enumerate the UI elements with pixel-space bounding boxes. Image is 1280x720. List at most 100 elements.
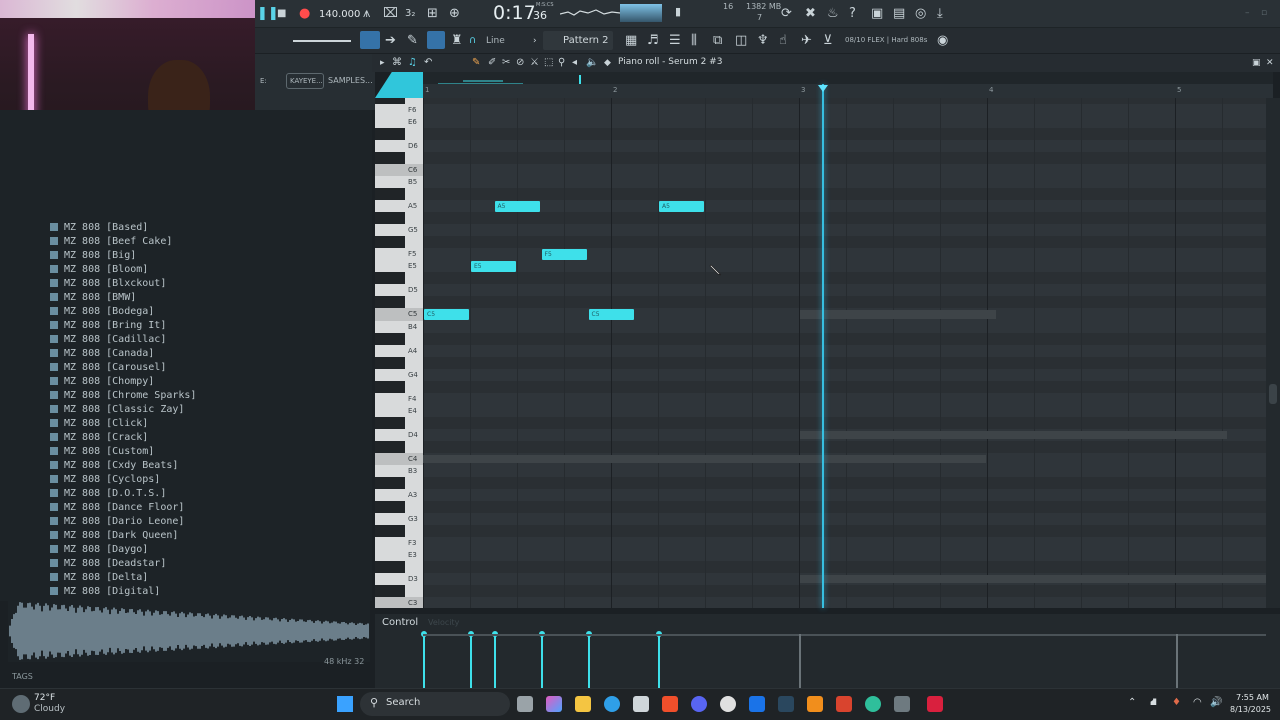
playhead-marker[interactable]	[818, 85, 828, 92]
black-key[interactable]	[375, 212, 405, 225]
list-item[interactable]: MZ 808 [Delta]	[50, 572, 148, 586]
black-key[interactable]	[375, 476, 405, 489]
list-item[interactable]: MZ 808 [Canada]	[50, 348, 154, 362]
link-icon[interactable]	[427, 31, 445, 49]
touch-icon[interactable]: ☝	[779, 32, 787, 50]
tray-chevron-icon[interactable]: ⌃	[1128, 697, 1136, 708]
list-item[interactable]: MZ 808 [Dark Queen]	[50, 530, 178, 544]
clock-date[interactable]: 8/13/2025	[1230, 705, 1271, 714]
select-tool-icon[interactable]: ⬚	[544, 54, 553, 72]
list-item[interactable]: MZ 808 [Carousel]	[50, 362, 166, 376]
black-key[interactable]	[375, 332, 405, 345]
copilot-icon[interactable]	[546, 696, 562, 712]
black-key[interactable]	[375, 561, 405, 574]
plugin-icon[interactable]: ▤	[893, 5, 905, 23]
black-key[interactable]	[375, 296, 405, 309]
playlist-icon[interactable]: ▦	[625, 32, 637, 50]
help-icon[interactable]: ?	[849, 5, 856, 23]
minimize-icon[interactable]: –	[1245, 4, 1250, 22]
brave-icon[interactable]	[662, 696, 678, 712]
window-close-icon[interactable]: ✕	[1266, 54, 1274, 72]
note-grid[interactable]: A5 A5 F5 E5 C5 C5	[423, 98, 1266, 608]
cart-icon[interactable]: ⊻	[823, 32, 833, 50]
adobe-icon[interactable]	[927, 696, 943, 712]
chevron-right-icon[interactable]: ›	[533, 32, 537, 50]
black-key[interactable]	[375, 272, 405, 285]
loop-record-icon[interactable]: ⊕	[449, 5, 460, 23]
list-item[interactable]: MZ 808 [Cxdy Beats]	[50, 460, 178, 474]
list-item[interactable]: MZ 808 [Dance Floor]	[50, 502, 184, 516]
plugin-database-icon[interactable]: ◫	[735, 32, 747, 50]
news-ticker[interactable]: 08/10 FLEX | Hard 808s	[845, 36, 927, 44]
list-item[interactable]: MZ 808 [D.O.T.S.]	[50, 488, 166, 502]
discord-icon[interactable]	[691, 696, 707, 712]
black-key[interactable]	[375, 525, 405, 538]
metronome-icon[interactable]: ⩚	[363, 5, 370, 23]
stamp-tool-icon[interactable]: ♫	[408, 54, 417, 72]
black-key[interactable]	[375, 188, 405, 201]
app-icon[interactable]	[894, 696, 910, 712]
black-key[interactable]	[375, 440, 405, 453]
list-item[interactable]: MZ 808 [Bodega]	[50, 306, 154, 320]
playback-tool-icon[interactable]: ◂	[572, 54, 577, 72]
list-item[interactable]: MZ 808 [Based]	[50, 222, 148, 236]
windows-start-icon[interactable]	[337, 696, 353, 712]
browser-icon[interactable]: ⧉	[713, 32, 722, 50]
piano-keyboard[interactable]: F6 E6 D6 C6 B5 A5 G5 F5 E5 D5 C5 B4 A4 G4 F4 E4 D4 C4 B3 A3…	[375, 98, 423, 608]
save-icon[interactable]: ▣	[871, 5, 883, 23]
samples-tab[interactable]: SAMPLES...	[328, 76, 373, 85]
list-item[interactable]: MZ 808 [Crack]	[50, 432, 148, 446]
magnet-snap-icon[interactable]: ⌘	[392, 54, 402, 72]
tempo-display[interactable]: 140.000	[319, 9, 360, 20]
list-item[interactable]: MZ 808 [Chompy]	[50, 376, 154, 390]
network-icon[interactable]: ⛘	[1150, 697, 1157, 710]
taskbar-search[interactable]: ⚲ Search	[360, 692, 510, 716]
list-item[interactable]: MZ 808 [Deadstar]	[50, 558, 166, 572]
piano-roll-icon[interactable]: ♬	[647, 32, 659, 50]
maximize-icon[interactable]: ▫	[1261, 4, 1267, 22]
timeline-ruler[interactable]: 1 2 3 4 5	[423, 84, 1273, 98]
speaker-icon[interactable]: 🔈	[586, 54, 598, 72]
list-item[interactable]: MZ 808 [BMW]	[50, 292, 136, 306]
list-item[interactable]: MZ 808 [Custom]	[50, 446, 154, 460]
delete-tool-icon[interactable]: ✂	[502, 54, 510, 72]
list-item[interactable]: MZ 808 [Cadillac]	[50, 334, 166, 348]
clock-time[interactable]: 7:55 AM	[1236, 693, 1269, 702]
list-item[interactable]: MZ 808 [Big]	[50, 250, 136, 264]
mic-tray-icon[interactable]: ♦	[1172, 697, 1181, 708]
slice-tool-icon[interactable]: ⚔	[530, 54, 539, 72]
globe-icon[interactable]: ◉	[937, 32, 948, 50]
playhead[interactable]	[822, 84, 824, 608]
black-key[interactable]	[375, 356, 405, 369]
chat-icon[interactable]: ◎	[915, 5, 926, 23]
panic-icon[interactable]: ✖	[805, 5, 816, 23]
file-explorer-icon[interactable]	[575, 696, 591, 712]
obs-icon[interactable]	[836, 696, 852, 712]
wifi-icon[interactable]: ◠	[1193, 697, 1202, 708]
list-item[interactable]: MZ 808 [Daygo]	[50, 544, 148, 558]
target-channel-icon[interactable]: ◆	[604, 54, 611, 72]
magnet-icon[interactable]: ∩	[469, 32, 476, 50]
list-item[interactable]: MZ 808 [Classic Zay]	[50, 404, 184, 418]
zoom-tool-icon[interactable]: ⚲	[558, 54, 565, 72]
fl-studio-icon[interactable]	[807, 696, 823, 712]
stop-icon[interactable]: ■	[277, 5, 286, 23]
list-item[interactable]: MZ 808 [Blxckout]	[50, 278, 166, 292]
microphone-tool-icon[interactable]: ♆	[757, 32, 769, 50]
weather-desc[interactable]: Cloudy	[34, 704, 65, 714]
black-key[interactable]	[375, 416, 405, 429]
keyboard-scroll-handle[interactable]	[375, 72, 423, 98]
draw-tool-icon[interactable]: ✎	[472, 54, 480, 72]
black-key[interactable]	[375, 152, 405, 165]
control-parameter[interactable]: Velocity	[428, 618, 459, 627]
list-item[interactable]: MZ 808 [Bloom]	[50, 264, 148, 278]
list-item[interactable]: MZ 808 [Click]	[50, 418, 148, 432]
pencil-icon[interactable]: ✎	[407, 32, 418, 50]
list-item[interactable]: MZ 808 [Beef Cake]	[50, 236, 172, 250]
stamp-icon[interactable]: ♜	[451, 32, 463, 50]
task-view-icon[interactable]	[517, 696, 533, 712]
pattern-selector[interactable]: Pattern 2	[543, 31, 613, 50]
piano-roll-menu-icon[interactable]: ▸	[380, 54, 385, 72]
black-key[interactable]	[375, 128, 405, 141]
black-key[interactable]	[375, 236, 405, 249]
